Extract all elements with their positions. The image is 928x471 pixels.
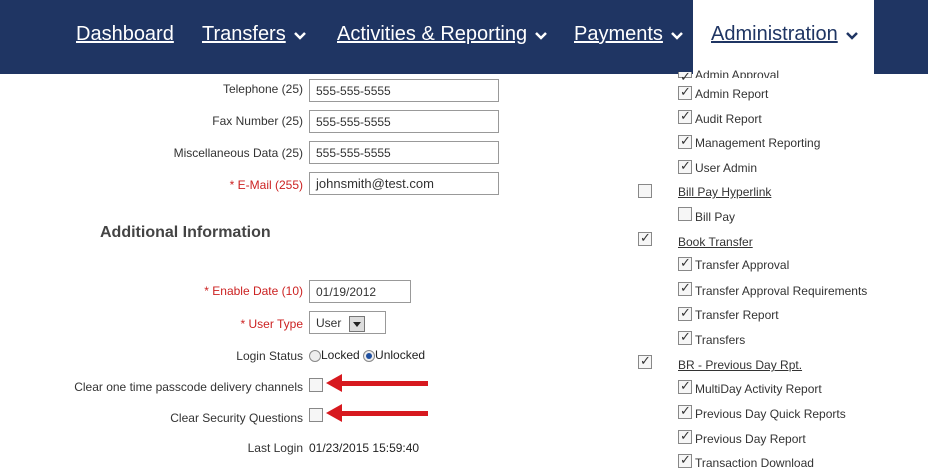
perm-bill-pay-checkbox[interactable] xyxy=(678,207,692,221)
perm-br-previous-day-checkbox[interactable] xyxy=(638,353,652,369)
perm-br-previous-day[interactable]: BR - Previous Day Rpt. xyxy=(678,358,802,372)
clear-otp-checkbox[interactable] xyxy=(309,378,323,392)
perm-transfer-report: Transfer Report xyxy=(695,308,779,322)
red-arrow-icon xyxy=(326,374,428,392)
radio-unlocked-label: Unlocked xyxy=(375,348,426,362)
perm-user-admin: User Admin xyxy=(695,161,758,175)
perm-admin-report: Admin Report xyxy=(695,87,769,101)
perm-previous-day-quick: Previous Day Quick Reports xyxy=(695,407,846,421)
nav-activities-label: Activities & Reporting xyxy=(337,23,528,45)
login-status-label: Login Status xyxy=(236,349,303,363)
chevron-down-icon xyxy=(293,23,306,46)
telephone-label: Telephone (25) xyxy=(222,82,303,96)
email-label: * E-Mail (255) xyxy=(229,178,303,192)
nav-administration[interactable]: Administration xyxy=(711,23,858,46)
chevron-down-icon xyxy=(671,23,683,46)
email-field[interactable]: johnsmith@test.com xyxy=(309,172,499,195)
perm-transfer-report-checkbox[interactable] xyxy=(678,305,692,321)
nav-payments-label: Payments xyxy=(574,23,663,45)
user-type-select[interactable]: User xyxy=(309,311,386,334)
radio-unlocked[interactable] xyxy=(363,349,376,362)
nav-active-tab: Administration xyxy=(693,0,874,74)
misc-data-field[interactable]: 555-555-5555 xyxy=(309,141,499,164)
perm-management-reporting-checkbox[interactable] xyxy=(678,133,692,149)
user-type-label: * User Type xyxy=(240,317,303,331)
nav-administration-label: Administration xyxy=(711,23,838,45)
perm-transaction-download: Transaction Download xyxy=(695,456,814,470)
enable-date-label: * Enable Date (10) xyxy=(204,284,303,298)
red-arrow-icon xyxy=(326,404,428,422)
additional-info-heading: Additional Information xyxy=(100,224,271,241)
last-login-value: 01/23/2015 15:59:40 xyxy=(309,441,420,455)
chevron-down-icon xyxy=(845,23,858,46)
user-type-value: User xyxy=(316,316,342,331)
clear-otp-label: Clear one time passcode delivery channel… xyxy=(74,380,303,394)
perm-book-transfer[interactable]: Book Transfer xyxy=(678,235,753,249)
perm-transfer-approval-req: Transfer Approval Requirements xyxy=(695,284,868,298)
perm-previous-day-quick-checkbox[interactable] xyxy=(678,403,692,419)
chevron-down-icon xyxy=(535,23,547,46)
login-status-radios: Locked Unlocked xyxy=(309,348,425,362)
perm-transfer-approval-req-checkbox[interactable] xyxy=(678,280,692,296)
last-login-label: Last Login xyxy=(247,441,303,455)
perm-transfers: Transfers xyxy=(695,333,746,347)
perm-transfers-checkbox[interactable] xyxy=(678,329,692,345)
perm-transfer-approval-checkbox[interactable] xyxy=(678,255,692,271)
fax-label: Fax Number (25) xyxy=(212,114,303,128)
nav-dashboard[interactable]: Dashboard xyxy=(76,23,174,46)
nav-transfers[interactable]: Transfers xyxy=(202,23,306,46)
clear-security-checkbox[interactable] xyxy=(309,408,323,422)
nav-payments[interactable]: Payments xyxy=(574,23,683,46)
perm-previous-day-report-checkbox[interactable] xyxy=(678,428,692,444)
perm-book-transfer-checkbox[interactable] xyxy=(638,230,652,246)
top-navigation: Dashboard Transfers Activities & Reporti… xyxy=(0,0,928,74)
radio-locked[interactable] xyxy=(309,349,321,362)
perm-admin-approval: Admin Approval xyxy=(695,68,780,78)
perm-bill-pay-hyperlink-checkbox[interactable] xyxy=(638,184,652,198)
dropdown-arrow-icon[interactable] xyxy=(349,316,366,332)
fax-field[interactable]: 555-555-5555 xyxy=(309,110,499,133)
perm-bill-pay-hyperlink[interactable]: Bill Pay Hyperlink xyxy=(678,185,771,199)
perm-management-reporting: Management Reporting xyxy=(695,136,821,150)
perm-bill-pay: Bill Pay xyxy=(695,210,736,224)
perm-audit-report: Audit Report xyxy=(695,112,762,126)
perm-transaction-download-checkbox[interactable] xyxy=(678,452,692,468)
clear-security-label: Clear Security Questions xyxy=(170,411,303,425)
perm-previous-day-report: Previous Day Report xyxy=(695,432,806,446)
perm-admin-approval-checkbox[interactable] xyxy=(678,69,692,85)
telephone-field[interactable]: 555-555-5555 xyxy=(309,79,499,102)
misc-data-label: Miscellaneous Data (25) xyxy=(173,146,303,160)
radio-locked-label: Locked xyxy=(321,348,360,362)
nav-activities-reporting[interactable]: Activities & Reporting xyxy=(337,23,547,46)
nav-transfers-label: Transfers xyxy=(202,23,286,45)
perm-multiday-activity-checkbox[interactable] xyxy=(678,378,692,394)
perm-admin-report-checkbox[interactable] xyxy=(678,84,692,100)
enable-date-field[interactable]: 01/19/2012 xyxy=(309,280,411,303)
perm-user-admin-checkbox[interactable] xyxy=(678,158,692,174)
perm-multiday-activity: MultiDay Activity Report xyxy=(695,382,822,396)
perm-transfer-approval: Transfer Approval xyxy=(695,258,790,272)
perm-audit-report-checkbox[interactable] xyxy=(678,108,692,124)
